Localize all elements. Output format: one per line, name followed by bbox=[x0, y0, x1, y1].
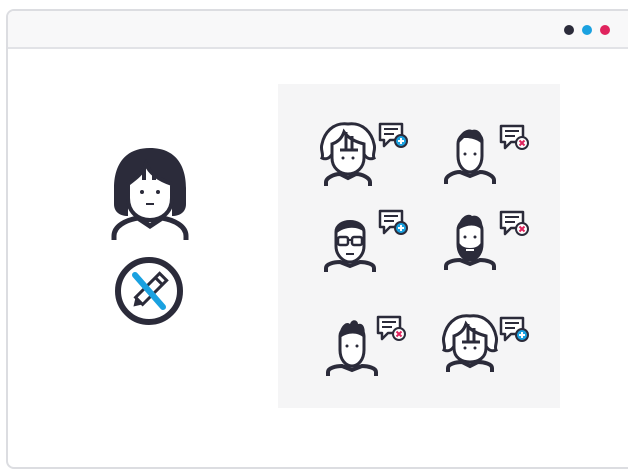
comment-add-icon[interactable] bbox=[499, 316, 531, 344]
comment-remove-icon[interactable] bbox=[499, 124, 531, 152]
comment-remove-icon[interactable] bbox=[376, 315, 408, 343]
user-avatar-glasses[interactable] bbox=[322, 212, 378, 272]
comment-add-icon[interactable] bbox=[378, 122, 410, 150]
profile-avatar-icon bbox=[108, 144, 192, 240]
pencil-edit-icon[interactable] bbox=[113, 255, 185, 327]
user-avatar-bearded[interactable] bbox=[442, 210, 498, 270]
user-avatar-spiky-hair[interactable] bbox=[324, 316, 380, 376]
comment-remove-icon[interactable] bbox=[499, 210, 531, 238]
window-control-blue-dot[interactable] bbox=[582, 25, 592, 35]
user-avatar-curly-2[interactable] bbox=[440, 312, 500, 372]
window-control-dark-dot[interactable] bbox=[564, 25, 574, 35]
comment-add-icon[interactable] bbox=[378, 209, 410, 237]
user-avatar-short-hair[interactable] bbox=[442, 124, 498, 184]
user-avatar-curly-1[interactable] bbox=[318, 120, 378, 186]
window-control-red-dot[interactable] bbox=[600, 25, 610, 35]
title-bar bbox=[8, 11, 628, 49]
